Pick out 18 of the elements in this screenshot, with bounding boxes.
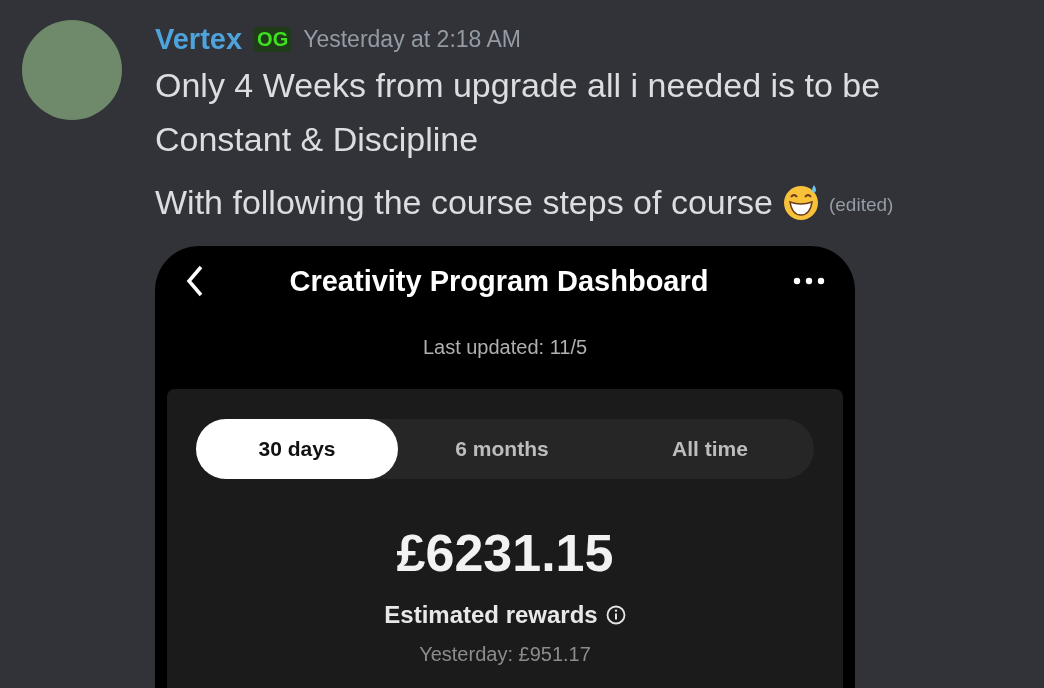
- period-tab[interactable]: 30 days: [196, 419, 398, 480]
- username[interactable]: Vertex: [155, 22, 243, 56]
- period-tab[interactable]: 6 months: [398, 419, 606, 480]
- info-icon[interactable]: [605, 605, 626, 626]
- back-chevron-icon[interactable]: [185, 264, 205, 299]
- more-options-icon[interactable]: [793, 277, 825, 286]
- message-text: With following the course steps of course: [155, 182, 773, 224]
- period-tab[interactable]: All time: [606, 419, 814, 480]
- screen-title: Creativity Program Dashboard: [289, 264, 709, 298]
- rewards-label: Estimated rewards: [384, 601, 598, 630]
- last-updated-text: Last updated: 11/5: [422, 336, 588, 360]
- rewards-amount: £6231.15: [396, 523, 614, 584]
- screenshot-attachment[interactable]: Creativity Program Dashboard Last updated: 11/5 30 days 6 months All time £6231.15 Estimated rewards Yesterday: £951.17: [155, 246, 855, 688]
- yesterday-earnings-text: Yesterday: £951.17: [419, 643, 591, 667]
- role-badge: OG: [254, 26, 292, 52]
- edited-label: (edited): [828, 193, 894, 218]
- message-text: Only 4 Weeks from upgrade all i needed is to be Constant & Discipline: [155, 65, 882, 161]
- timestamp: Yesterday at 2:18 AM: [303, 25, 521, 53]
